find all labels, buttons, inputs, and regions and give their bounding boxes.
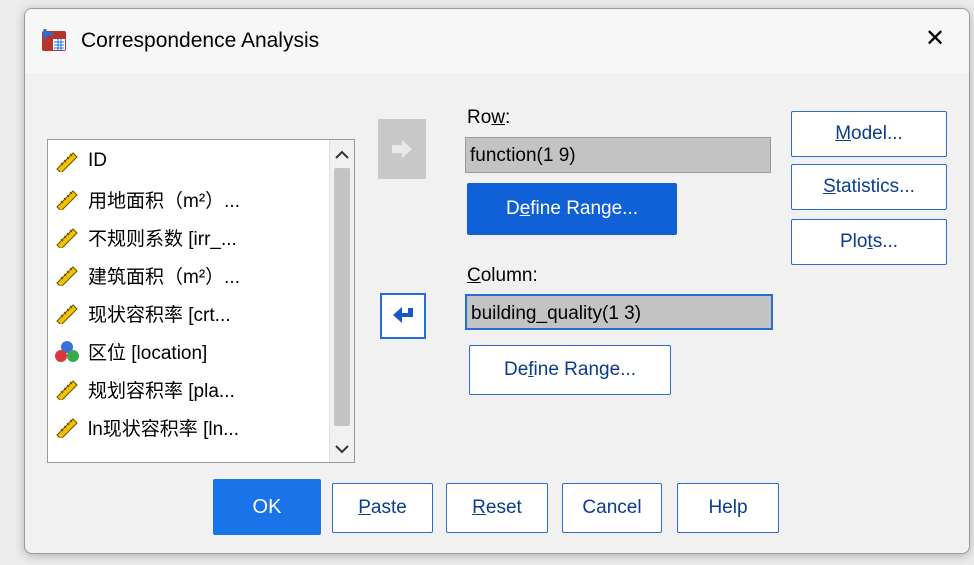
title-bar: Correspondence Analysis ✕ <box>25 9 969 73</box>
arrow-right-icon <box>392 140 412 158</box>
row-variable-field[interactable]: function(1 9) <box>465 137 771 173</box>
list-item[interactable]: 不规则系数 [irr_... <box>54 222 237 252</box>
vertical-scrollbar[interactable] <box>329 140 354 462</box>
list-item[interactable]: 区位 [location] <box>54 336 207 366</box>
window-title: Correspondence Analysis <box>81 29 320 52</box>
arrow-left-icon <box>393 307 413 323</box>
variable-label: 不规则系数 [irr_... <box>88 228 237 250</box>
move-to-row-button[interactable] <box>378 119 426 179</box>
correspondence-analysis-dialog: Correspondence Analysis ✕ ID 用地面积（m²）...… <box>24 8 970 554</box>
column-define-range-button[interactable]: De f ine Range... <box>469 345 671 395</box>
close-button[interactable]: ✕ <box>919 23 951 55</box>
paste-button[interactable]: Paste <box>332 483 433 533</box>
variable-label: ln现状容积率 [ln... <box>88 418 239 440</box>
ok-button[interactable]: OK <box>213 479 321 535</box>
list-item[interactable]: 建筑面积（m²）... <box>54 260 240 290</box>
column-label: Column: <box>467 265 538 286</box>
chevron-up-icon[interactable] <box>332 144 352 166</box>
nominal-icon <box>55 341 79 362</box>
variable-label: 区位 [location] <box>88 342 208 364</box>
ruler-icon <box>56 190 78 210</box>
ruler-icon <box>56 418 78 438</box>
help-button[interactable]: Help <box>677 483 779 533</box>
reset-button[interactable]: Reset <box>446 483 548 533</box>
ruler-icon <box>56 266 78 286</box>
ruler-icon <box>56 152 78 172</box>
column-variable-field[interactable]: building_quality(1 3) <box>465 294 773 330</box>
ruler-icon <box>56 380 78 400</box>
cancel-button[interactable]: Cancel <box>562 483 662 533</box>
list-item[interactable]: 现状容积率 [crt... <box>54 298 231 328</box>
variable-label: 现状容积率 [crt... <box>88 304 231 326</box>
scrollbar-thumb[interactable] <box>334 168 350 426</box>
source-variable-list[interactable]: ID 用地面积（m²）... 不规则系数 [irr_... 建筑面积（m²）..… <box>47 139 355 463</box>
variable-label: 规划容积率 [pla... <box>88 380 235 402</box>
list-item[interactable]: ID <box>54 146 107 176</box>
model-button[interactable]: Model... <box>791 111 947 157</box>
variable-label: 建筑面积（m²）... <box>88 266 240 288</box>
variable-label: ID <box>88 150 107 171</box>
row-label: Row: <box>467 107 511 128</box>
list-item[interactable]: 用地面积（m²）... <box>54 184 240 214</box>
ruler-icon <box>56 304 78 324</box>
close-icon: ✕ <box>924 25 946 52</box>
ruler-icon <box>56 228 78 248</box>
move-to-column-button[interactable] <box>380 293 426 339</box>
spss-app-icon <box>42 29 66 51</box>
statistics-button[interactable]: Statistics... <box>791 164 947 210</box>
row-define-range-button[interactable]: De fine Range... <box>467 183 677 235</box>
chevron-down-icon[interactable] <box>332 438 352 460</box>
plots-button[interactable]: Plo t s... <box>791 219 947 265</box>
variable-label: 用地面积（m²）... <box>88 190 240 212</box>
list-item[interactable]: 规划容积率 [pla... <box>54 374 235 404</box>
list-item[interactable]: ln现状容积率 [ln... <box>54 412 239 442</box>
